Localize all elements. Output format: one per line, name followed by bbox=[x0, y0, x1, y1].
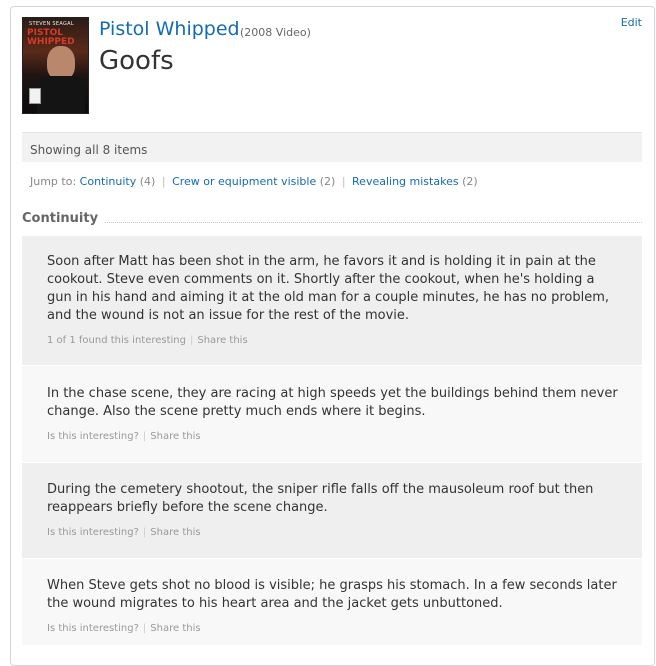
poster-face bbox=[47, 46, 75, 80]
jump-count-continuity: (4) bbox=[139, 175, 156, 188]
share-link[interactable]: Share this bbox=[197, 335, 247, 346]
goof-item: Soon after Matt has been shot in the arm… bbox=[22, 236, 642, 365]
page-title: Goofs bbox=[99, 46, 174, 76]
separator: | bbox=[142, 527, 147, 538]
goof-item: In the chase scene, they are racing at h… bbox=[22, 366, 642, 462]
movie-title-link[interactable]: Pistol Whipped bbox=[99, 18, 240, 40]
share-link[interactable]: Share this bbox=[150, 527, 200, 538]
goof-meta: Is this interesting? | Share this bbox=[47, 527, 201, 538]
goof-meta: 1 of 1 found this interesting | Share this bbox=[47, 335, 248, 346]
separator: | bbox=[341, 175, 346, 188]
goof-text: During the cemetery shootout, the sniper… bbox=[47, 482, 594, 515]
separator: | bbox=[190, 335, 194, 346]
interest-link[interactable]: Is this interesting? bbox=[47, 431, 139, 442]
goof-meta: Is this interesting? | Share this bbox=[47, 431, 201, 442]
goof-text: In the chase scene, they are racing at h… bbox=[47, 386, 618, 419]
section-header-continuity: Continuity bbox=[22, 211, 642, 227]
jump-link-continuity[interactable]: Continuity bbox=[80, 175, 137, 188]
share-link[interactable]: Share this bbox=[150, 623, 200, 634]
showing-bar: Showing all 8 items bbox=[22, 132, 642, 162]
jump-link-revealing[interactable]: Revealing mistakes bbox=[352, 175, 459, 188]
section-divider bbox=[22, 222, 642, 223]
goof-text: Soon after Matt has been shot in the arm… bbox=[47, 254, 610, 323]
edit-link[interactable]: Edit bbox=[621, 16, 642, 29]
interest-link[interactable]: Is this interesting? bbox=[47, 623, 139, 634]
separator: | bbox=[142, 623, 147, 634]
jump-label: Jump to: bbox=[30, 175, 77, 188]
interest-link[interactable]: Is this interesting? bbox=[47, 527, 139, 538]
poster-title: PISTOL WHIPPED bbox=[27, 28, 75, 47]
poster-coat bbox=[37, 76, 85, 113]
separator: | bbox=[142, 431, 147, 442]
poster-credit: STEVEN SEAGAL bbox=[29, 21, 74, 27]
interest-count: 1 of 1 found this interesting bbox=[47, 335, 186, 346]
goof-item: During the cemetery shootout, the sniper… bbox=[22, 463, 642, 558]
jump-count-crew: (2) bbox=[319, 175, 336, 188]
poster-card bbox=[29, 88, 41, 104]
jump-to-nav: Jump to: Continuity (4) | Crew or equipm… bbox=[30, 175, 478, 188]
separator: | bbox=[161, 175, 166, 188]
goof-item: When Steve gets shot no blood is visible… bbox=[22, 559, 642, 645]
goof-meta: Is this interesting? | Share this bbox=[47, 623, 201, 634]
section-title: Continuity bbox=[22, 211, 105, 226]
share-link[interactable]: Share this bbox=[150, 431, 200, 442]
jump-link-crew[interactable]: Crew or equipment visible bbox=[172, 175, 316, 188]
jump-count-revealing: (2) bbox=[462, 175, 478, 188]
movie-year: (2008 Video) bbox=[240, 26, 311, 39]
poster-image[interactable]: STEVEN SEAGAL PISTOL WHIPPED bbox=[22, 17, 89, 114]
showing-count: Showing all 8 items bbox=[30, 143, 148, 157]
goof-text: When Steve gets shot no blood is visible… bbox=[47, 578, 617, 611]
